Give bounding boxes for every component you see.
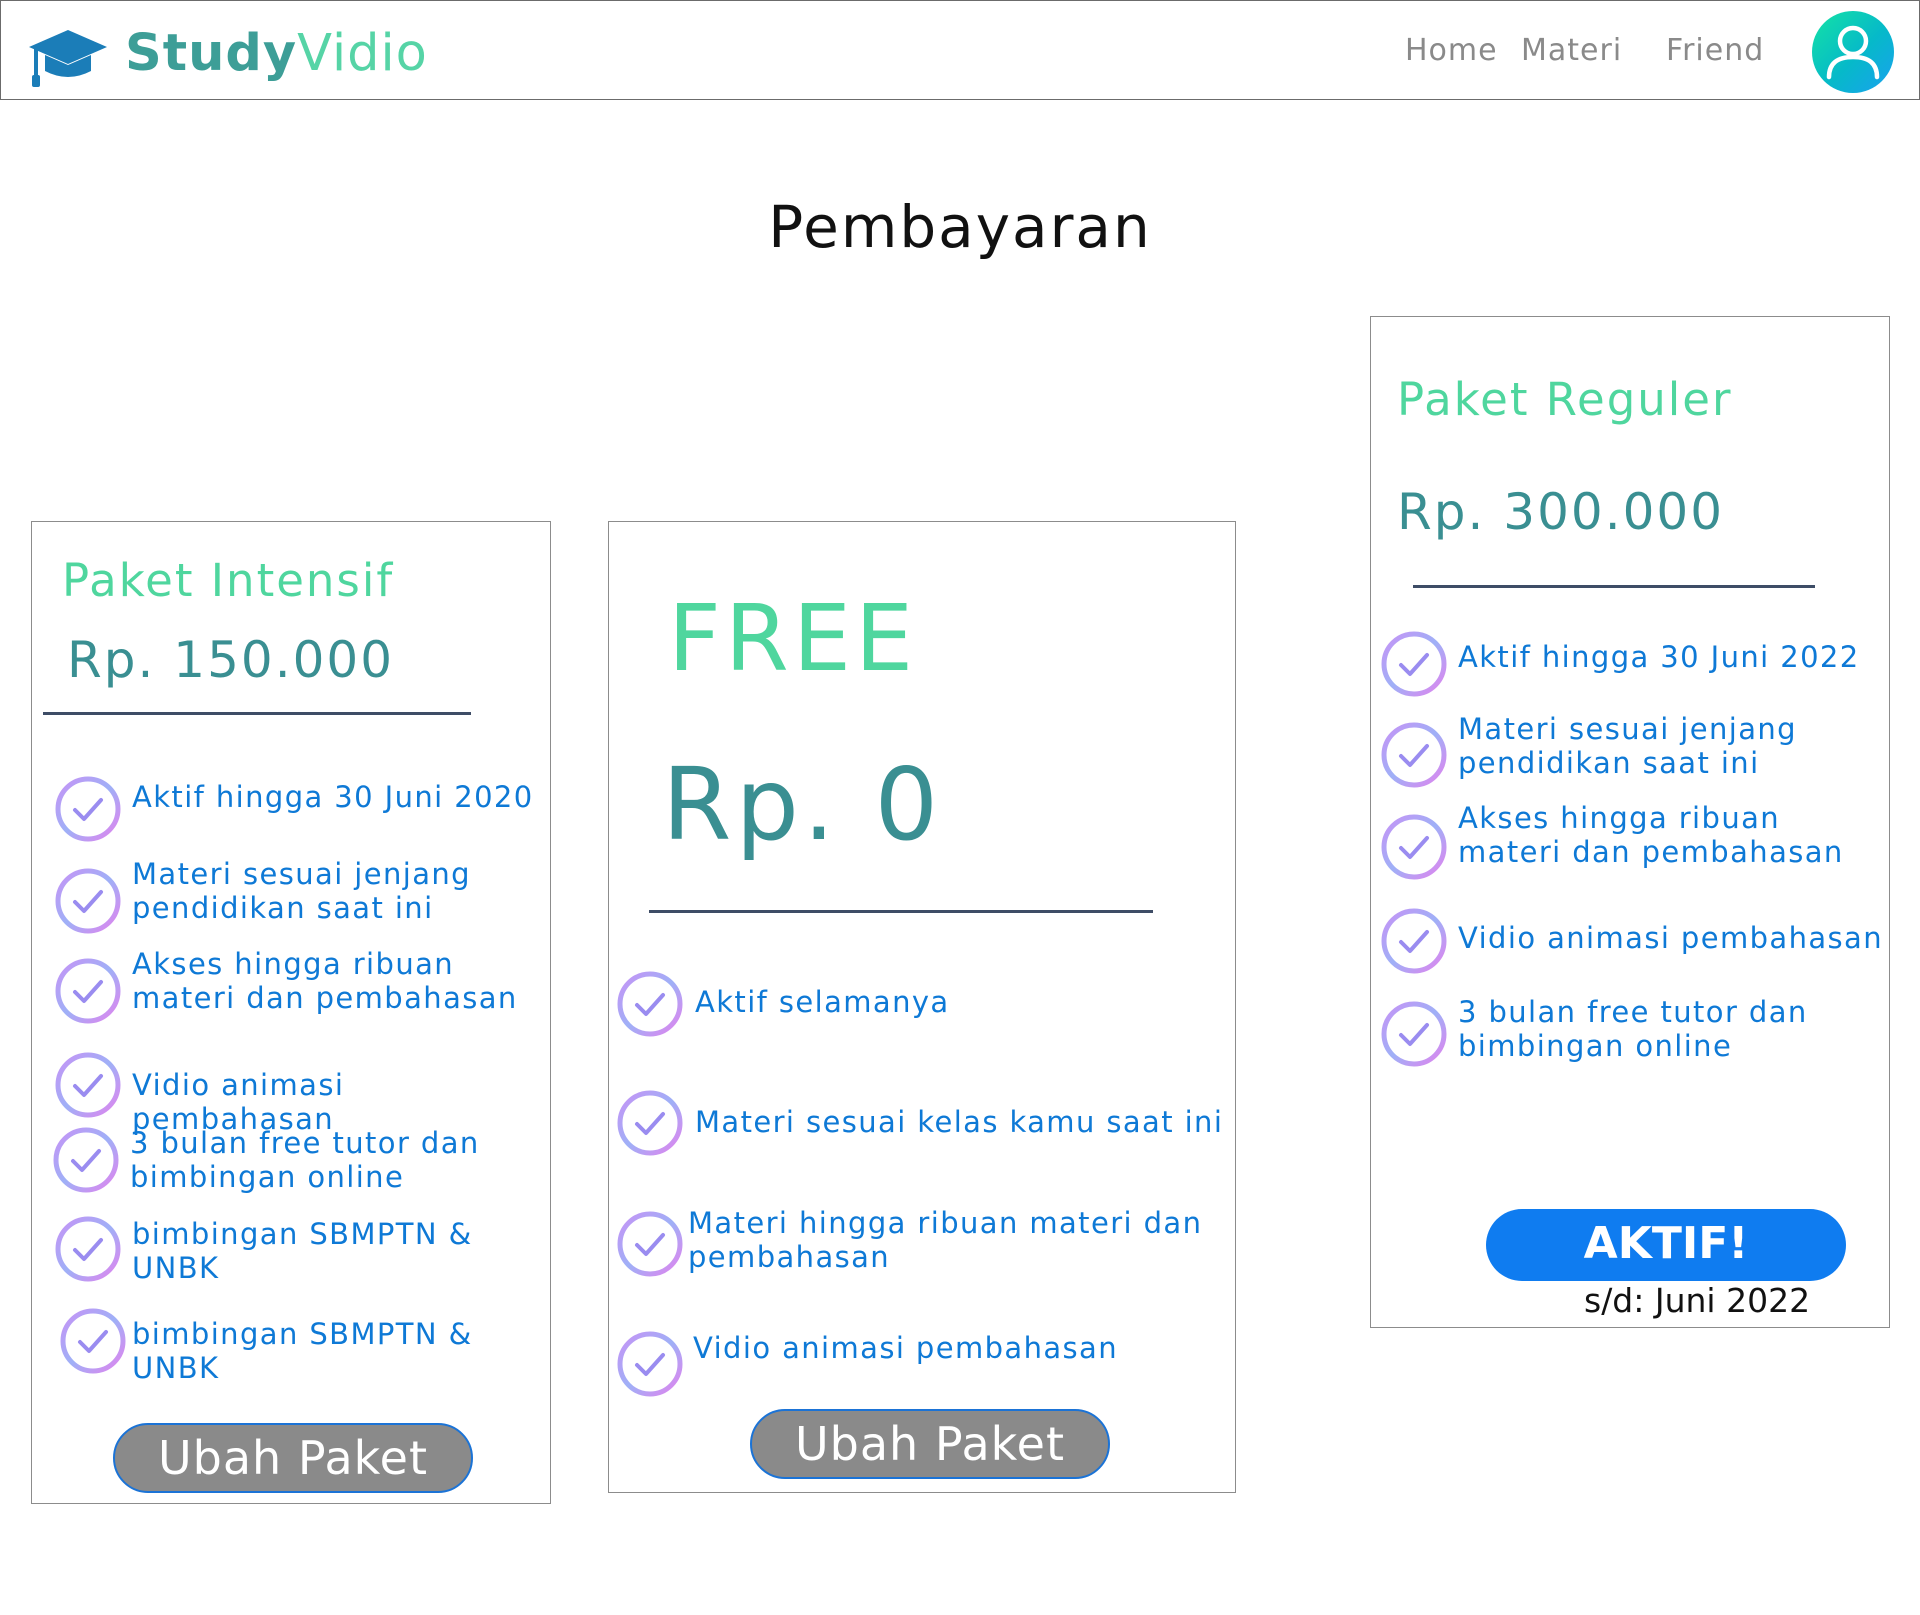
brand-light: Vidio bbox=[297, 24, 428, 83]
feature-text: Materi hingga ribuan materi dan pembahas… bbox=[688, 1206, 1203, 1274]
check-circle-icon bbox=[54, 957, 122, 1025]
check-circle-icon bbox=[1380, 1000, 1448, 1068]
divider bbox=[43, 712, 471, 715]
brand-bold: Study bbox=[125, 24, 298, 83]
check-circle-icon bbox=[616, 1089, 684, 1157]
feature-text: Vidio animasi pembahasan bbox=[1458, 921, 1883, 955]
feature-text: Materi sesuai jenjang pendidikan saat in… bbox=[132, 857, 471, 925]
change-plan-button[interactable]: Ubah Paket bbox=[750, 1409, 1110, 1479]
plan-card-intensif: Paket Intensif Rp. 150.000 Aktif hingga … bbox=[31, 521, 551, 1504]
feature-text: Akses hingga ribuan materi dan pembahasa… bbox=[132, 947, 518, 1015]
check-circle-icon bbox=[54, 1051, 122, 1119]
plan-card-reguler: Paket Reguler Rp. 300.000 Aktif hingga 3… bbox=[1370, 316, 1890, 1328]
feature-text: 3 bulan free tutor dan bimbingan online bbox=[130, 1126, 480, 1194]
feature-text: Aktif hingga 30 Juni 2022 bbox=[1458, 640, 1860, 674]
feature-text: Materi sesuai kelas kamu saat ini bbox=[695, 1105, 1224, 1139]
feature-text: 3 bulan free tutor dan bimbingan online bbox=[1458, 995, 1808, 1063]
change-plan-button[interactable]: Ubah Paket bbox=[113, 1423, 473, 1493]
nav-home-link[interactable]: Home bbox=[1405, 33, 1498, 69]
check-circle-icon bbox=[52, 1126, 120, 1194]
check-circle-icon bbox=[1380, 630, 1448, 698]
feature-text: Vidio animasi pembahasan bbox=[693, 1331, 1118, 1365]
check-circle-icon bbox=[1380, 813, 1448, 881]
nav-friend-link[interactable]: Friend bbox=[1666, 33, 1764, 69]
divider bbox=[1413, 585, 1815, 588]
active-until-label: s/d: Juni 2022 bbox=[1584, 1281, 1811, 1320]
check-circle-icon bbox=[54, 867, 122, 935]
feature-text: Materi sesuai jenjang pendidikan saat in… bbox=[1458, 712, 1797, 780]
check-circle-icon bbox=[1380, 907, 1448, 975]
feature-text: bimbingan SBMPTN & UNBK bbox=[132, 1317, 473, 1385]
feature-text: Aktif selamanya bbox=[695, 985, 950, 1019]
plan-price: Rp. 0 bbox=[662, 746, 943, 863]
check-circle-icon bbox=[616, 1330, 684, 1398]
plan-title: Paket Intensif bbox=[62, 554, 395, 607]
check-circle-icon bbox=[1380, 721, 1448, 789]
plan-card-free: FREE Rp. 0 Aktif selamanya Materi sesuai… bbox=[608, 521, 1236, 1493]
check-circle-icon bbox=[616, 970, 684, 1038]
avatar[interactable] bbox=[1812, 11, 1894, 93]
plan-active-button[interactable]: AKTIF! bbox=[1486, 1209, 1846, 1281]
check-circle-icon bbox=[54, 775, 122, 843]
brand-logo-text[interactable]: StudyVidio bbox=[125, 25, 428, 83]
plan-price: Rp. 150.000 bbox=[67, 631, 395, 689]
check-circle-icon bbox=[616, 1210, 684, 1278]
plan-title: FREE bbox=[668, 585, 918, 692]
plan-price: Rp. 300.000 bbox=[1397, 483, 1725, 541]
divider bbox=[649, 910, 1153, 913]
nav-materi-link[interactable]: Materi bbox=[1521, 33, 1622, 69]
feature-text: Aktif hingga 30 Juni 2020 bbox=[132, 780, 534, 814]
check-circle-icon bbox=[54, 1215, 122, 1283]
feature-text: bimbingan SBMPTN & UNBK bbox=[132, 1217, 473, 1285]
top-navbar: StudyVidio Home Materi Friend bbox=[0, 0, 1920, 100]
feature-text: Akses hingga ribuan materi dan pembahasa… bbox=[1458, 801, 1844, 869]
check-circle-icon bbox=[59, 1307, 127, 1375]
graduation-cap-icon[interactable] bbox=[27, 27, 109, 89]
user-icon bbox=[1826, 25, 1880, 80]
plan-title: Paket Reguler bbox=[1397, 373, 1733, 426]
page-title: Pembayaran bbox=[768, 193, 1152, 261]
